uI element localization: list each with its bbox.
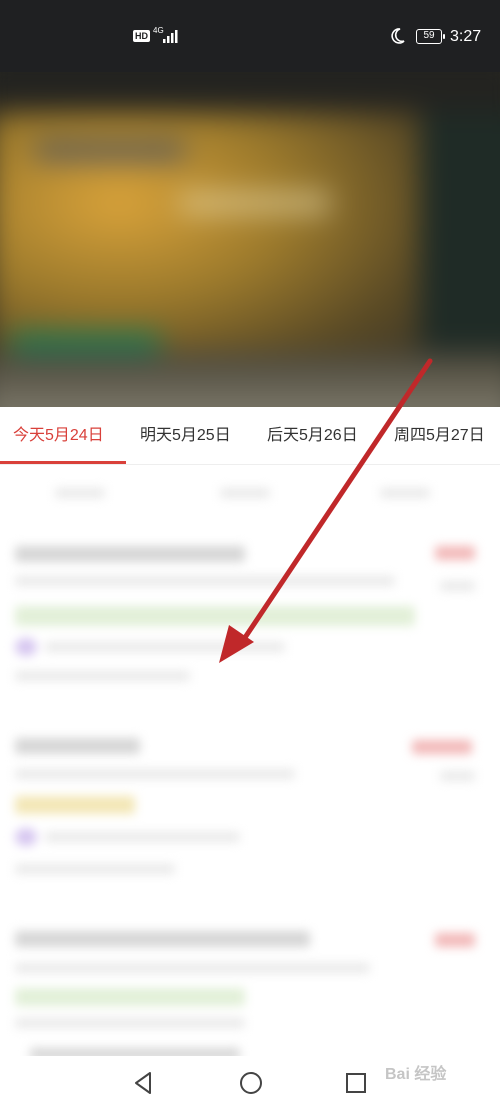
hd-badge: HD xyxy=(133,30,150,42)
hero-blurred-image xyxy=(0,72,500,407)
blurred-list-content xyxy=(0,466,500,1056)
active-tab-indicator xyxy=(0,461,126,464)
do-not-disturb-moon-icon xyxy=(391,28,405,44)
tab-thursday[interactable]: 周四5月27日 xyxy=(394,407,485,465)
status-time: 3:27 xyxy=(450,28,482,45)
battery-indicator: 59 xyxy=(416,29,445,44)
status-bar: HD 4G 59 3:27 xyxy=(0,0,500,72)
recent-apps-icon[interactable] xyxy=(344,1070,368,1096)
tab-day-after-tomorrow[interactable]: 后天5月26日 xyxy=(267,407,358,465)
tab-today[interactable]: 今天5月24日 xyxy=(13,407,104,465)
watermark: Bai 经验 xyxy=(385,1066,447,1083)
signal-icon xyxy=(163,30,178,43)
date-tabs: 今天5月24日 明天5月25日 后天5月26日 周四5月27日 xyxy=(0,407,500,465)
home-icon[interactable] xyxy=(238,1070,264,1096)
tab-tomorrow[interactable]: 明天5月25日 xyxy=(140,407,231,465)
hero-banner xyxy=(0,72,500,407)
back-icon[interactable] xyxy=(132,1070,154,1096)
